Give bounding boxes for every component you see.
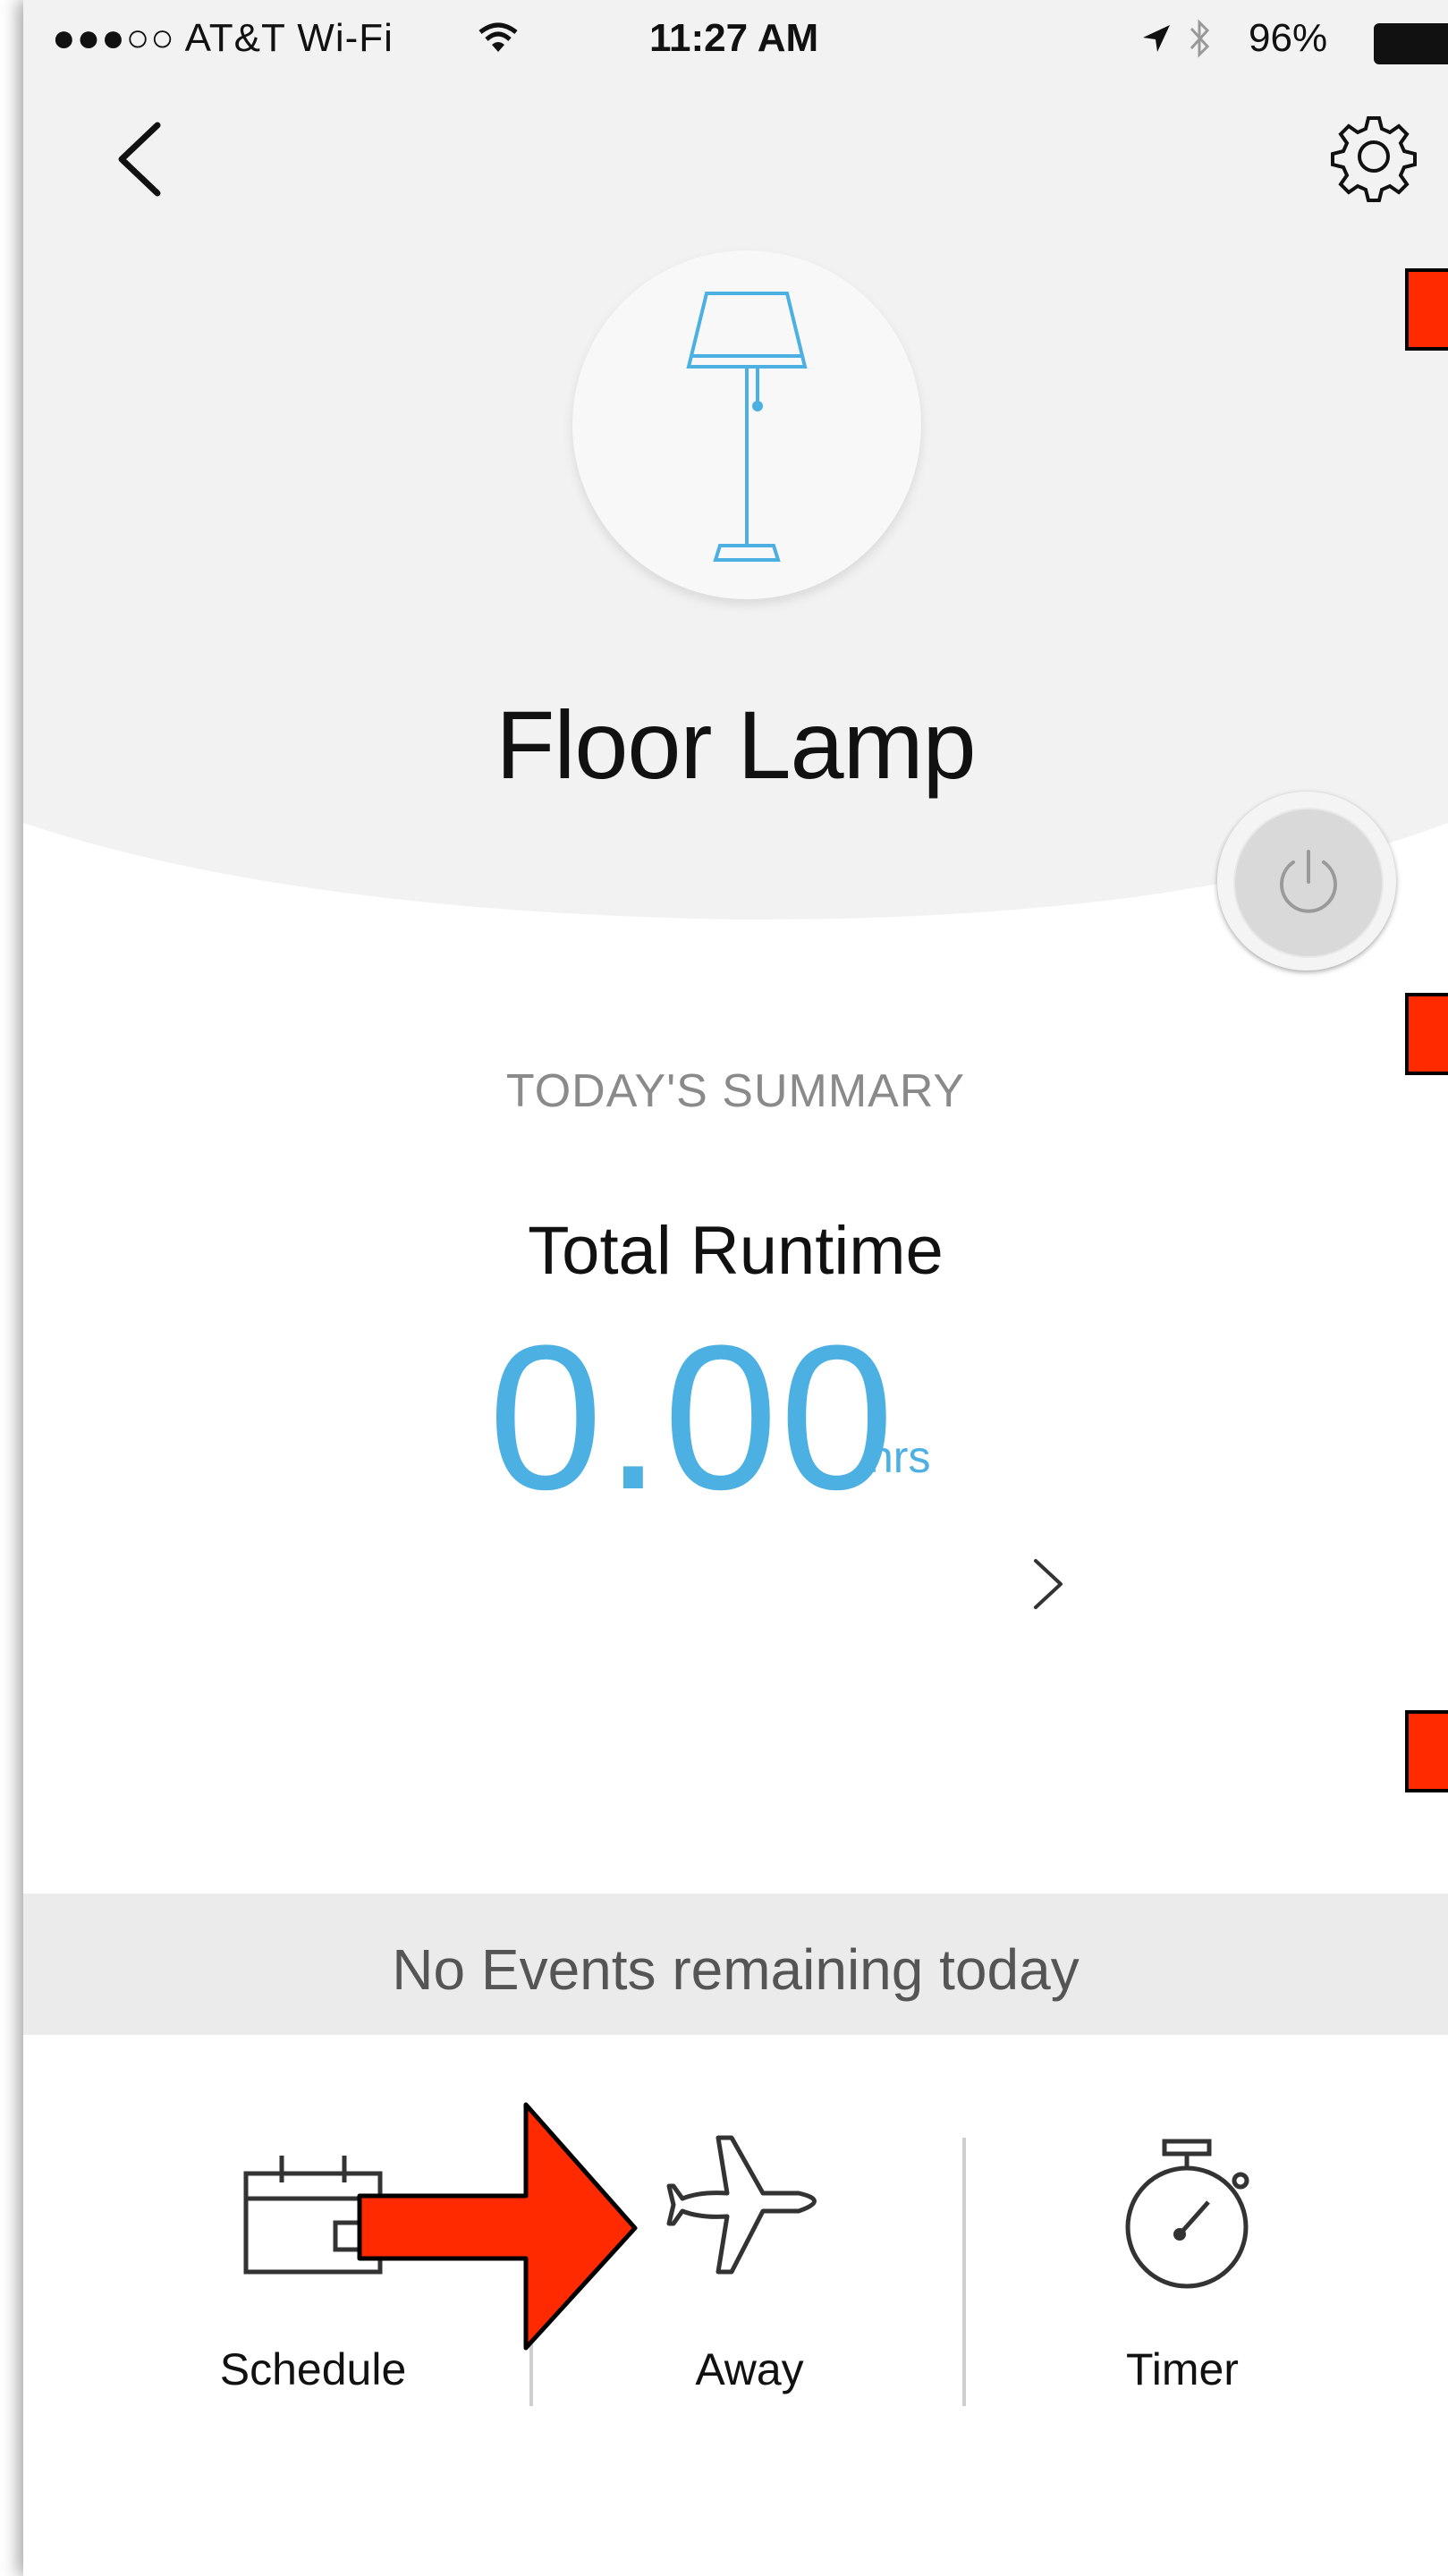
summary-heading: TODAY'S SUMMARY [505, 1065, 966, 1117]
left-edge [0, 0, 23, 2576]
runtime-label: Total Runtime [528, 1213, 944, 1289]
bluetooth-icon [1190, 19, 1210, 58]
tab-divider [962, 2138, 966, 2406]
chevron-right-icon [1034, 1559, 1063, 1609]
annotation-marker [1405, 1710, 1448, 1792]
events-text: No Events remaining today [392, 1937, 1080, 2002]
back-button[interactable] [95, 107, 175, 206]
wifi-icon [478, 22, 518, 52]
device-icon-circle [572, 250, 921, 599]
summary-details-button[interactable] [1016, 1543, 1079, 1623]
status-bar: ●●●○○ AT&T Wi-Fi 11:27 AM 96% [23, 0, 1448, 80]
annotation-arrow [357, 2102, 638, 2351]
runtime-unit: hrs [868, 1432, 931, 1482]
battery-percent: 96% [1249, 16, 1328, 60]
annotation-marker [1405, 268, 1448, 351]
location-arrow-icon [1143, 25, 1170, 52]
chevron-left-icon [118, 122, 161, 197]
tab-timer[interactable]: Timer [1003, 2111, 1361, 2415]
carrier-label: ●●●○○ AT&T Wi-Fi [52, 16, 394, 60]
battery-icon [1374, 23, 1448, 64]
device-name: Floor Lamp [495, 691, 976, 799]
gear-icon [1331, 116, 1417, 202]
annotation-marker [1405, 993, 1448, 1075]
floor-lamp-icon [686, 292, 808, 562]
power-icon [1280, 850, 1337, 913]
runtime-value: 0.00 [488, 1302, 896, 1532]
settings-button[interactable] [1325, 107, 1423, 206]
tab-label: Timer [1126, 2344, 1239, 2394]
power-button-face [1233, 808, 1384, 958]
app-screen: ●●●○○ AT&T Wi-Fi 11:27 AM 96% Floor Lamp… [23, 0, 1448, 2576]
stopwatch-icon [1125, 2139, 1249, 2289]
clock-label: 11:27 AM [649, 16, 819, 60]
events-banner: No Events remaining today [23, 1894, 1448, 2035]
power-toggle-button[interactable] [1217, 792, 1396, 970]
airplane-icon [666, 2135, 817, 2275]
